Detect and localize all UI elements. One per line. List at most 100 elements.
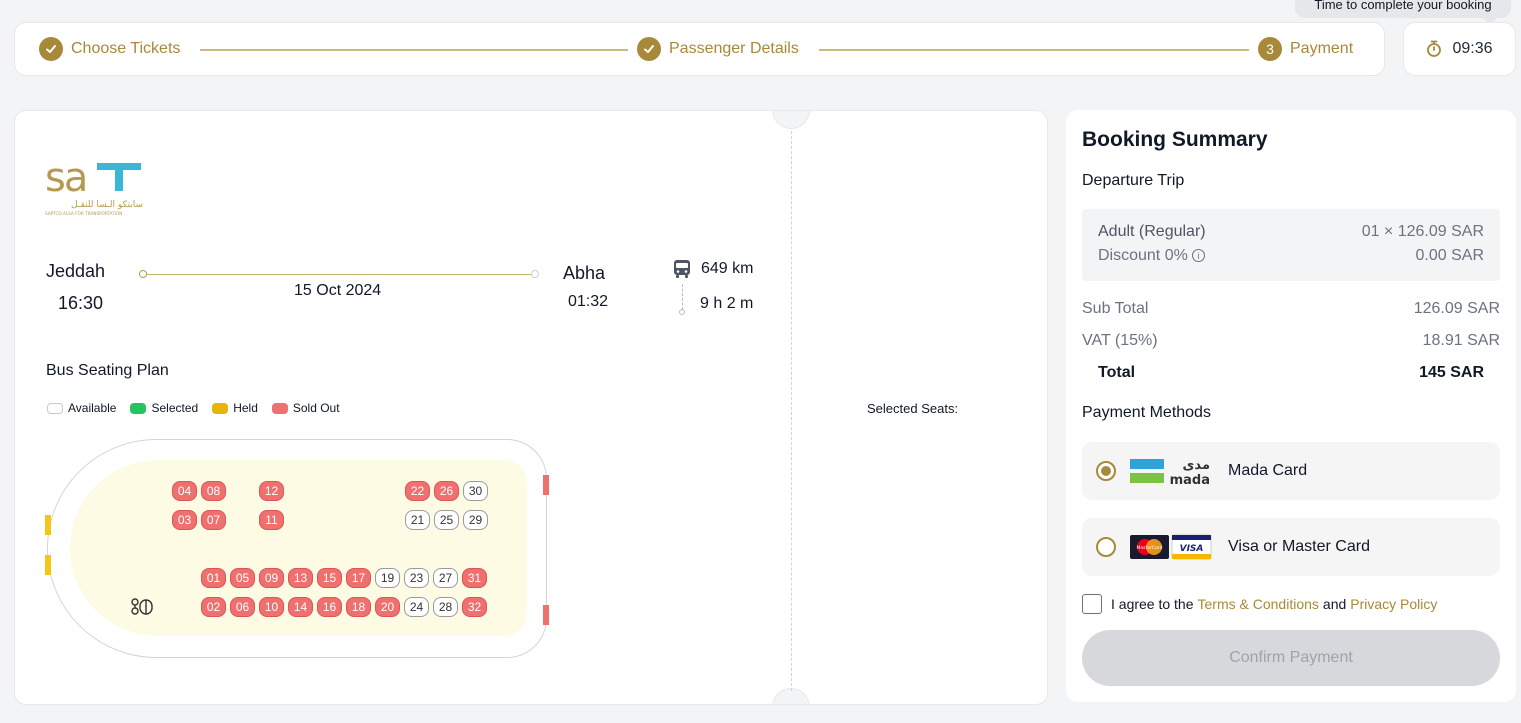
route-start-dot [139,270,147,278]
seating-plan-title: Bus Seating Plan [46,362,169,379]
seat-24[interactable]: 24 [404,597,429,617]
seat-17: 17 [346,568,371,588]
route-line [143,274,535,275]
svg-text:MasterCard: MasterCard [1137,545,1163,551]
seat-19[interactable]: 19 [375,568,400,588]
route-end-dot [531,270,539,278]
seat-06: 06 [230,597,255,617]
fare-amount: 01 × 126.09 SAR [1361,223,1484,240]
rear-marker [543,605,549,625]
svg-text:sa: sa [45,155,86,201]
origin-city: Jeddah [46,261,106,281]
ticket-notch-top [772,111,810,129]
legend-selected: Selected [130,401,198,415]
svg-text:مدى: مدى [1183,458,1210,473]
step-connector [200,49,628,51]
seat-25[interactable]: 25 [434,510,459,530]
timer-tooltip: Time to complete your booking [1295,0,1511,25]
step-payment[interactable]: 3 Payment [1258,37,1353,61]
duration-info: 9 h 2 m [700,295,753,313]
terms-checkbox[interactable] [1082,594,1102,614]
mada-logo-icon: مدى mada [1130,454,1212,488]
booking-timer: 09:36 [1403,22,1516,76]
arrival-time: 01:32 [568,293,609,310]
bus-icon [673,259,691,279]
progress-stepper: Choose Tickets Passenger Details 3 Payme… [14,22,1385,76]
ticket-divider [791,131,792,691]
terms-prefix: I agree to the [1111,596,1194,612]
radio-button[interactable] [1096,537,1116,557]
fare-breakdown: Adult (Regular) 01 × 126.09 SAR Discount… [1082,209,1500,281]
legend-sold-out: Sold Out [271,401,340,415]
summary-title: Booking Summary [1082,128,1268,151]
seat-28[interactable]: 28 [433,597,458,617]
check-icon [39,37,63,61]
seat-20: 20 [375,597,400,617]
terms-link[interactable]: Terms & Conditions [1198,596,1319,612]
ticket-card: sa سابتكو الـسا للنقـل SAPTCO ALSA FOR T… [14,110,1048,705]
seat-legend: Available Selected Held Sold Out [47,401,340,415]
svg-text:VISA: VISA [1180,544,1204,554]
bus-seat-map: 04 08 12 22 26 30 03 07 11 21 25 29 01 05 09 13 15 17 19 23… [45,439,549,658]
payment-option-visa-mastercard[interactable]: MasterCard VISA Visa or Master Card [1082,518,1500,576]
seat-14: 14 [288,597,313,617]
svg-text:mada: mada [1170,473,1210,487]
payment-option-mada[interactable]: مدى mada Mada Card [1082,442,1500,500]
seat-32: 32 [462,597,487,617]
total-value: 145 SAR [1419,364,1484,381]
payment-option-label: Visa or Master Card [1228,538,1370,555]
seat-27[interactable]: 27 [433,568,458,588]
info-icon[interactable]: i [1191,249,1205,263]
seat-10: 10 [259,597,284,617]
step-choose-tickets[interactable]: Choose Tickets [39,37,180,61]
departure-time: 16:30 [58,293,104,313]
step-number-badge: 3 [1258,37,1282,61]
seat-11: 11 [259,510,284,530]
duration-connector [682,284,683,310]
rear-marker [543,475,549,495]
vat-row: VAT (15%) 18.91 SAR [1082,332,1500,350]
seat-22: 22 [405,481,430,501]
legend-held: Held [212,401,258,415]
svg-text:سابتكو الـسا للنقـل: سابتكو الـسا للنقـل [71,200,143,210]
vat-value: 18.91 SAR [1422,332,1500,349]
selected-seats-label: Selected Seats: [867,401,959,416]
subtotal-value: 126.09 SAR [1413,300,1500,317]
discount-amount: 0.00 SAR [1415,247,1484,264]
subtotal-label: Sub Total [1082,300,1149,317]
subtotal-row: Sub Total 126.09 SAR [1082,300,1500,318]
step-label: Choose Tickets [71,40,181,57]
seat-21[interactable]: 21 [405,510,430,530]
stopwatch-icon [1426,40,1442,58]
check-icon [637,37,661,61]
privacy-link[interactable]: Privacy Policy [1350,596,1437,612]
discount-row: Discount 0% i 0.00 SAR [1098,247,1484,265]
company-logo: sa سابتكو الـسا للنقـل SAPTCO ALSA FOR T… [45,155,145,222]
terms-and: and [1322,596,1347,612]
seat-30[interactable]: 30 [463,481,488,501]
seat-23[interactable]: 23 [404,568,429,588]
seat-07: 07 [201,510,226,530]
bus-door-indicator [45,515,51,535]
seat-05: 05 [230,568,255,588]
seat-29[interactable]: 29 [463,510,488,530]
distance-info: 649 km [673,259,753,279]
vat-label: VAT (15%) [1082,332,1158,349]
steering-wheel-icon [130,596,156,618]
travel-date: 15 Oct 2024 [294,282,382,299]
fare-type: Adult (Regular) [1098,223,1206,240]
seat-08: 08 [201,481,226,501]
booking-summary: Booking Summary Departure Trip Adult (Re… [1066,110,1516,702]
fare-row: Adult (Regular) 01 × 126.09 SAR [1098,223,1484,241]
svg-text:SAPTCO ALSA FOR TRANSPORTATION: SAPTCO ALSA FOR TRANSPORTATION [45,211,122,216]
radio-button[interactable] [1096,461,1116,481]
distance-value: 649 km [701,260,754,277]
step-label: Passenger Details [669,40,799,57]
seat-04: 04 [172,481,197,501]
step-label: Payment [1290,40,1354,57]
step-passenger-details[interactable]: Passenger Details [637,37,799,61]
seat-02: 02 [201,597,226,617]
seat-31: 31 [462,568,487,588]
seat-18: 18 [346,597,371,617]
confirm-payment-button[interactable]: Confirm Payment [1082,630,1500,686]
